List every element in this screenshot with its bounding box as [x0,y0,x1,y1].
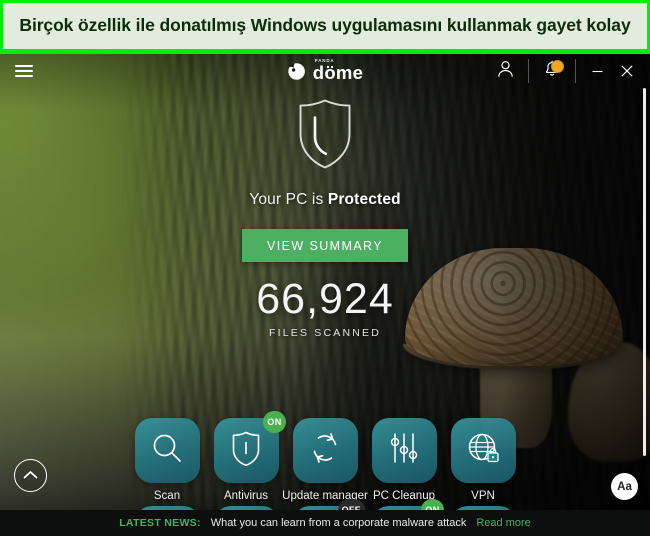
logo-wordmark: döme [312,62,364,84]
globe-lock-icon [466,431,500,470]
title-bar: PANDA döme [0,54,650,88]
tile-scan-label: Scan [153,490,181,502]
files-scanned-label: FILES SCANNED [268,327,382,339]
latest-news-label: LATEST NEWS: [119,517,201,529]
files-scanned-count: 66,924 [256,275,394,323]
tile-vpn-icon-box [450,418,516,483]
hamburger-icon [15,64,33,78]
shield-icon [292,96,358,177]
title-bar-actions [488,54,650,88]
banner-bottom-edge [0,52,650,54]
tile-antivirus-status-badge: ON [263,411,286,433]
shield-icon [230,430,262,471]
tile-pc-cleanup-icon-box [371,418,437,483]
notification-badge [551,60,564,73]
panda-dome-window: PANDA döme Your PC is Protected VIEW SUM… [0,52,650,536]
titlebar-divider-1 [528,59,529,83]
tile-pc-cleanup[interactable]: PC Cleanup [371,418,437,502]
chevron-up-icon [23,467,38,485]
annotation-banner-text: Birçok özellik ile donatılmış Windows uy… [19,15,631,36]
refresh-arrows-icon [308,431,342,470]
collapse-button[interactable] [14,459,47,492]
magnifier-icon [150,431,184,470]
tile-vpn[interactable]: VPN [450,418,516,502]
minimize-button[interactable] [582,54,612,88]
logo-top-text: PANDA [314,58,335,64]
tile-scan[interactable]: Scan [134,418,200,502]
tile-vpn-label: VPN [471,490,495,502]
screenshot-root: Birçok özellik ile donatılmış Windows uy… [0,0,650,536]
tile-antivirus-icon-box: ON [213,411,286,483]
close-button[interactable] [612,54,642,88]
notifications-button[interactable] [535,54,569,88]
status-state: Protected [327,191,401,208]
tile-antivirus-label: Antivirus [223,490,269,502]
titlebar-divider-2 [575,59,576,83]
vertical-scrollbar[interactable] [643,88,646,456]
tile-antivirus[interactable]: ON Antivirus [213,411,286,502]
tile-update-manager-icon-box [292,418,358,483]
latest-news-headline: What you can learn from a corporate malw… [210,517,467,529]
sliders-icon [387,431,421,470]
read-more-link[interactable]: Read more [476,517,530,529]
panda-logo-icon [287,62,306,81]
menu-button[interactable] [0,54,48,88]
annotation-banner: Birçok özellik ile donatılmış Windows uy… [0,0,650,52]
status-prefix: Your PC is [249,191,328,208]
minimize-icon [592,70,602,72]
view-summary-button[interactable]: VIEW SUMMARY [242,229,408,262]
tile-scan-icon-box [134,418,200,483]
protection-status-panel: Your PC is Protected VIEW SUMMARY 66,924… [0,86,650,339]
latest-news-bar: LATEST NEWS: What you can learn from a c… [0,510,650,536]
user-icon [497,60,514,83]
text-size-button[interactable]: Aa [611,473,638,500]
feature-tiles-row-1: Scan ON Antivirus Update manager PC Clea… [134,411,516,502]
tile-update-manager[interactable]: Update manager [282,418,368,502]
close-icon [621,65,633,77]
status-message: Your PC is Protected [0,191,650,209]
status-shield [0,96,650,177]
account-button[interactable] [488,54,522,88]
